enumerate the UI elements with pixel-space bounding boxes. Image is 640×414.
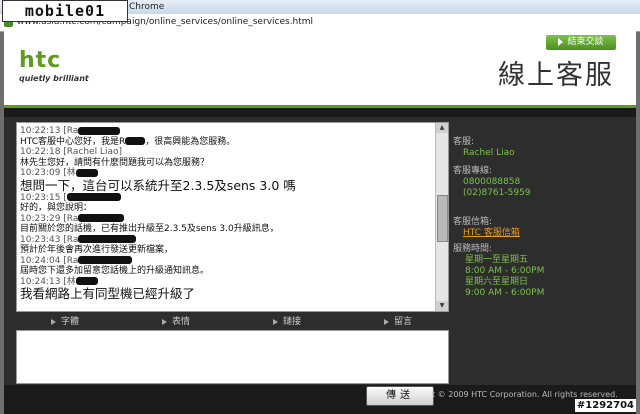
message-sender: [Rachel Liao] [63,147,122,157]
chat-scrollbar[interactable]: ▲ ▼ [435,123,448,311]
message-time: 10:24:13 [20,276,61,287]
message-sender: [Ra [63,126,79,136]
message-time: 10:22:13 [20,126,61,136]
agent-name: Rachel Liao [463,148,515,158]
message-meta: 10:23:43 [Ra [20,235,434,246]
scroll-up-icon[interactable]: ▲ [436,123,448,133]
hours-text: 星期一至星期五 [465,255,529,265]
arrow-icon [384,318,389,325]
arrow-icon [273,318,278,325]
toolbar-label: 表情 [172,317,191,327]
redaction-mark [66,193,121,201]
message-meta: 10:23:09 [林 [20,168,434,179]
watermark-id: #1292704 [574,399,636,412]
redaction-mark [78,235,137,243]
message-text: 好的，與您說明： [20,203,93,213]
message-sender: [林 [63,276,76,287]
message-text: 林先生您好，請問有什麼問題我可以為您服務？ [20,157,210,168]
message-text: 預計於年後會再次進行發送更新檔案， [20,245,174,255]
message-text: HTC客服中心您好，我是R ，很高興能為您服務。 [20,136,236,147]
agent-label: 客服: [453,137,475,147]
play-arrow-icon [558,37,564,46]
font-button[interactable]: 字體 [51,314,79,327]
hours-text: 8:00 AM - 6:00PM [465,266,545,276]
redaction-mark [78,126,121,135]
message-text: 屆時您下還多加留意您話機上的升級通知訊息。 [20,266,210,276]
end-chat-label: 結束交談 [567,37,604,47]
message-time: 10:23:43 [20,234,61,245]
service-info: 客服: Rachel Liao 客服專線: 0800088858 (02)876… [453,137,633,299]
toolbar-label: 字體 [61,317,80,327]
message-meta: 10:23:15 [ [20,193,434,204]
link-button[interactable]: 鏈接 [273,314,301,327]
message-meta: 10:23:29 [Ra [20,214,434,225]
toolbar-label: 留言 [394,317,413,327]
redaction-mark [75,277,98,285]
message-meta: 10:22:13 [Ra [20,126,434,137]
message-time: 10:23:09 [20,168,61,178]
hours-text: 星期六至星期日 [465,277,529,287]
hotline-number: (02)8761-5959 [463,188,531,198]
message-time: 10:23:15 [20,192,61,203]
message-time: 10:22:18 [20,147,61,157]
copyright-text: t © 2009 HTC Corporation. All rights res… [432,390,618,399]
message-meta: 10:22:18 [Rachel Liao] [20,147,434,158]
chat-panel: 10:22:13 [Ra HTC客服中心您好，我是R ，很高興能為您服務。 10:… [4,117,636,385]
message-meta: 10:24:04 [Ra [20,256,434,267]
message-sender: [Ra [63,234,79,245]
message-time: 10:23:29 [20,213,61,224]
send-button[interactable]: 傳送 [366,386,434,406]
end-chat-button[interactable]: 結束交談 [546,35,616,50]
toolbar-label: 鏈接 [283,317,302,327]
redaction-mark [75,168,98,177]
hours-text: 9:00 AM - 6:00PM [465,288,545,298]
htc-logo: htc [19,48,62,73]
page-footer: 傳送 t © 2009 HTC Corporation. All rights … [4,385,636,414]
message-text: 我看網路上有同型機已經升級了 [20,286,196,301]
scroll-down-icon[interactable]: ▼ [436,301,448,311]
hotline-label: 客服專線: [453,166,493,176]
arrow-icon [162,318,167,325]
message-list: 10:22:13 [Ra HTC客服中心您好，我是R ，很高興能為您服務。 10:… [20,126,434,301]
redaction-mark [125,137,146,145]
message-input[interactable] [16,330,449,384]
message-time: 10:24:04 [20,255,61,266]
window-title: Chrome [129,2,165,12]
message-sender: [林 [63,168,76,178]
emoticon-button[interactable]: 表情 [162,314,190,327]
message-text: 想問一下，這台可以系統升至2.3.5及sens 3.0 嗎 [20,177,296,193]
page-header: htc quietly brilliant 結束交談 線上客服 [4,31,636,105]
arrow-icon [51,318,56,325]
message-text: 目前關於您的話機，已有推出升級至2.3.5及sens 3.0升級訊息， [20,224,279,234]
hours-label: 服務時間: [453,244,493,254]
message-sender: [Ra [63,255,79,266]
brand-tagline: quietly brilliant [19,74,89,83]
watermark-logo: mobile01 [2,0,128,22]
chat-toolbar: 字體 表情 鏈接 留言 [16,314,447,328]
mail-link[interactable]: HTC 客服信箱 [463,228,520,238]
leave-message-button[interactable]: 留言 [384,314,412,327]
scroll-thumb[interactable] [437,195,448,242]
hotline-number: 0800088858 [463,177,521,187]
redaction-mark [78,256,133,264]
page-title: 線上客服 [498,60,614,91]
redaction-mark [78,214,125,222]
message-sender: [Ra [63,213,79,224]
mail-label: 客服信箱: [453,217,493,227]
chat-log[interactable]: 10:22:13 [Ra HTC客服中心您好，我是R ，很高興能為您服務。 10:… [16,122,449,312]
